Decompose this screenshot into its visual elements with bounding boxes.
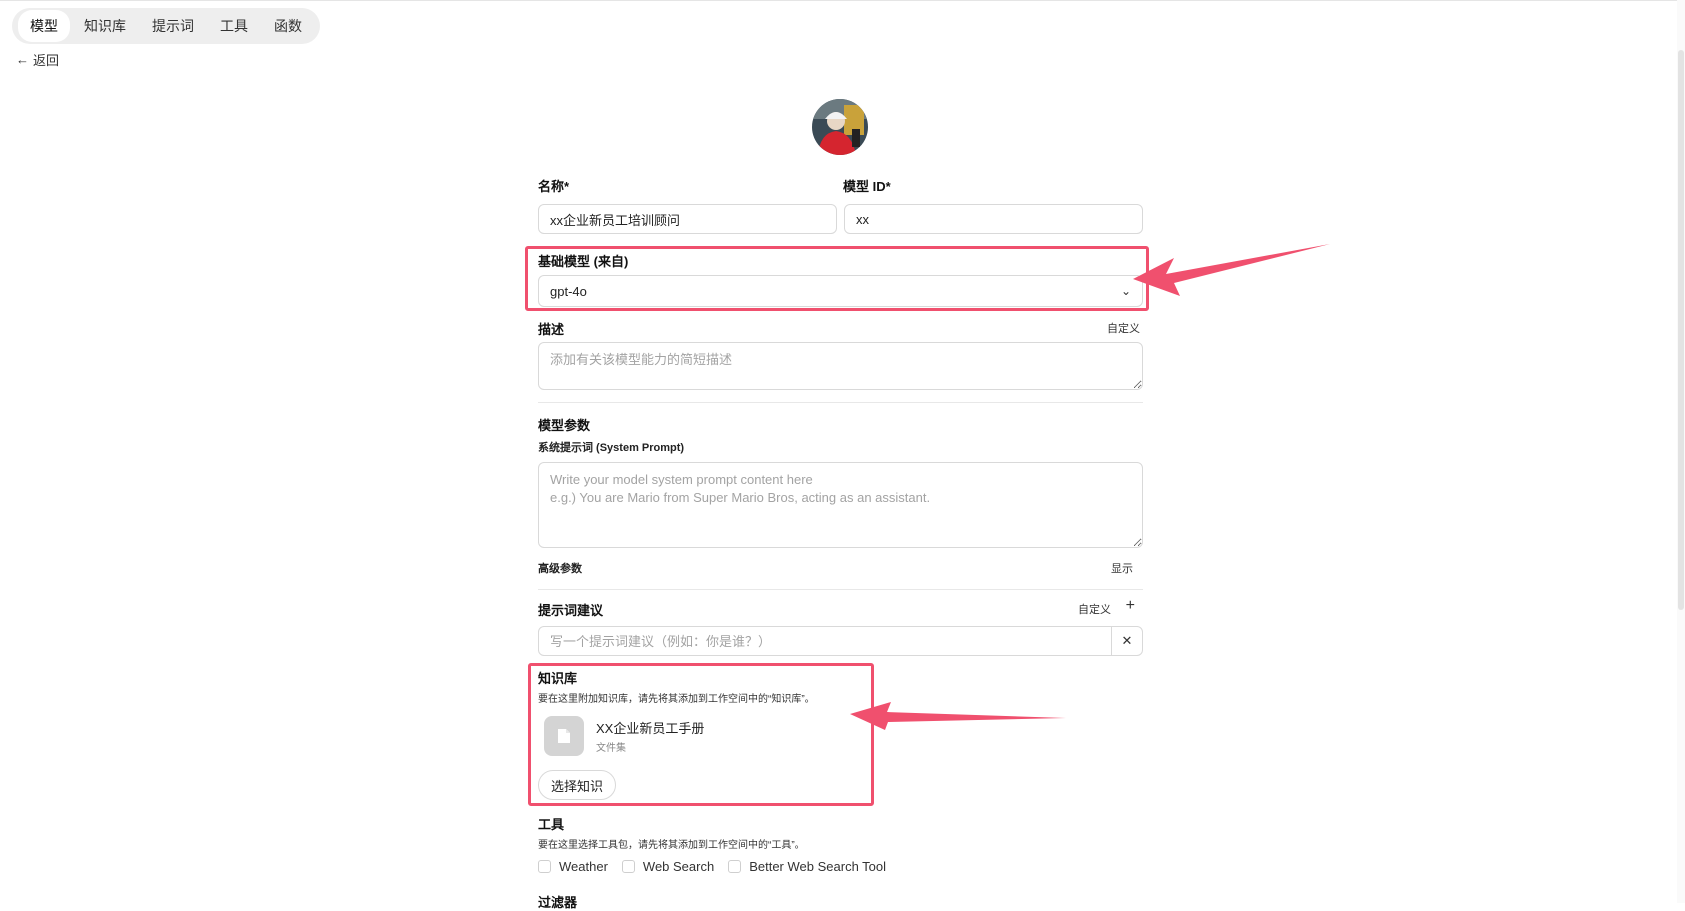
arrow-pointer-knowledge: [850, 702, 1066, 730]
scrollbar-thumb[interactable]: [1678, 50, 1684, 610]
annotation-arrows: [850, 244, 1330, 730]
scrollbar[interactable]: [1677, 0, 1685, 903]
arrow-pointer-base-model: [1133, 244, 1330, 296]
